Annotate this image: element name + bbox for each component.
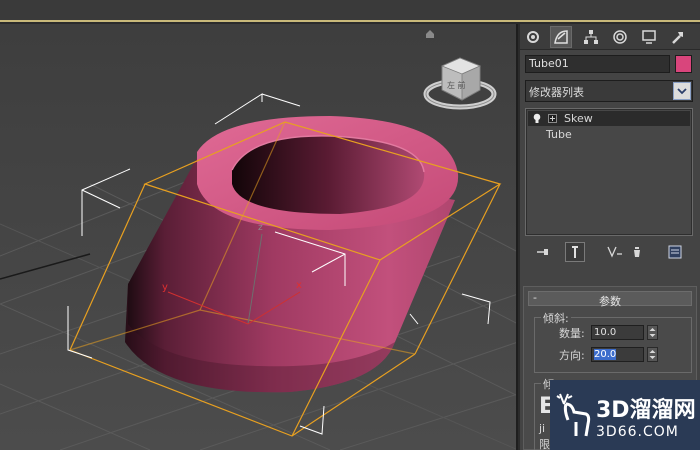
spinner-arrows-icon	[649, 350, 656, 359]
object-name-field[interactable]: Tube01	[525, 55, 670, 73]
utilities-icon	[672, 32, 683, 44]
top-bar	[0, 0, 700, 22]
tab-create[interactable]	[522, 26, 544, 48]
watermark-text: 3D溜溜网	[596, 398, 696, 423]
skew-group: 倾斜: 数量: 10.0 方向: 20.0	[534, 310, 692, 373]
watermark: 3D溜溜网 3D66.COM	[550, 380, 700, 450]
amount-value: 10.0	[594, 327, 617, 338]
configure-modifier-sets-button[interactable]	[665, 242, 685, 262]
lightbulb-icon[interactable]	[532, 113, 542, 124]
tab-motion[interactable]	[609, 26, 631, 48]
stack-item-label: Skew	[564, 112, 593, 125]
remove-modifier-button[interactable]	[627, 242, 647, 262]
configure-modifier-sets-icon	[668, 245, 682, 259]
remove-modifier-icon	[634, 247, 640, 257]
create-icon	[527, 31, 539, 43]
spinner-arrows-icon	[649, 328, 656, 337]
motion-icon	[613, 30, 627, 44]
make-unique-icon	[607, 246, 622, 258]
stack-item-tube[interactable]: Tube	[528, 127, 690, 142]
object-color-swatch[interactable]	[675, 55, 692, 73]
stack-toolbar	[525, 240, 693, 264]
modifier-stack: Skew Tube	[525, 108, 693, 236]
tab-modify[interactable]	[550, 26, 572, 48]
hierarchy-icon	[584, 30, 598, 44]
amount-spinner[interactable]	[647, 325, 658, 340]
deer-logo-icon	[556, 393, 591, 437]
amount-field[interactable]: 10.0	[591, 325, 644, 340]
expand-plus-icon[interactable]	[548, 114, 557, 123]
rollout-title: 参数	[599, 295, 621, 308]
group-sub-label-2: 限	[539, 438, 550, 450]
show-end-result-button[interactable]	[565, 242, 585, 262]
chevron-down-icon[interactable]	[673, 82, 691, 100]
group-sub-label-1: ji	[539, 422, 546, 435]
direction-value: 20.0	[594, 349, 617, 360]
viewport-scene: y x z 左 前	[0, 24, 516, 450]
axis-x-label: x	[296, 280, 302, 291]
pin-stack-button[interactable]	[533, 242, 553, 262]
viewcube-face-label: 左 前	[447, 80, 466, 90]
watermark-url: 3D66.COM	[596, 424, 679, 440]
perspective-viewport[interactable]: y x z 左 前	[0, 24, 518, 450]
direction-label: 方向:	[559, 349, 585, 362]
amount-label: 数量:	[559, 327, 585, 340]
skew-group-label: 倾斜:	[541, 310, 571, 326]
command-panel-tabs	[520, 24, 700, 50]
show-end-result-icon	[572, 246, 578, 258]
stack-item-skew[interactable]: Skew	[528, 111, 690, 126]
tab-hierarchy[interactable]	[580, 26, 602, 48]
modifier-list-label: 修改器列表	[529, 86, 584, 99]
modify-icon	[554, 30, 568, 44]
stack-item-label: Tube	[546, 128, 572, 141]
direction-spinner[interactable]	[647, 347, 658, 362]
tab-utilities[interactable]	[667, 26, 689, 48]
modifier-list-dropdown[interactable]: 修改器列表	[525, 80, 693, 102]
tab-display[interactable]	[638, 26, 660, 48]
parameters-rollout-header[interactable]: - 参数	[528, 291, 692, 308]
pin-stack-icon	[537, 249, 548, 255]
make-unique-button[interactable]	[605, 242, 625, 262]
axis-y-label: y	[162, 282, 168, 293]
direction-field[interactable]: 20.0	[591, 347, 644, 362]
display-icon	[642, 30, 656, 44]
axis-z-label: z	[258, 223, 263, 233]
